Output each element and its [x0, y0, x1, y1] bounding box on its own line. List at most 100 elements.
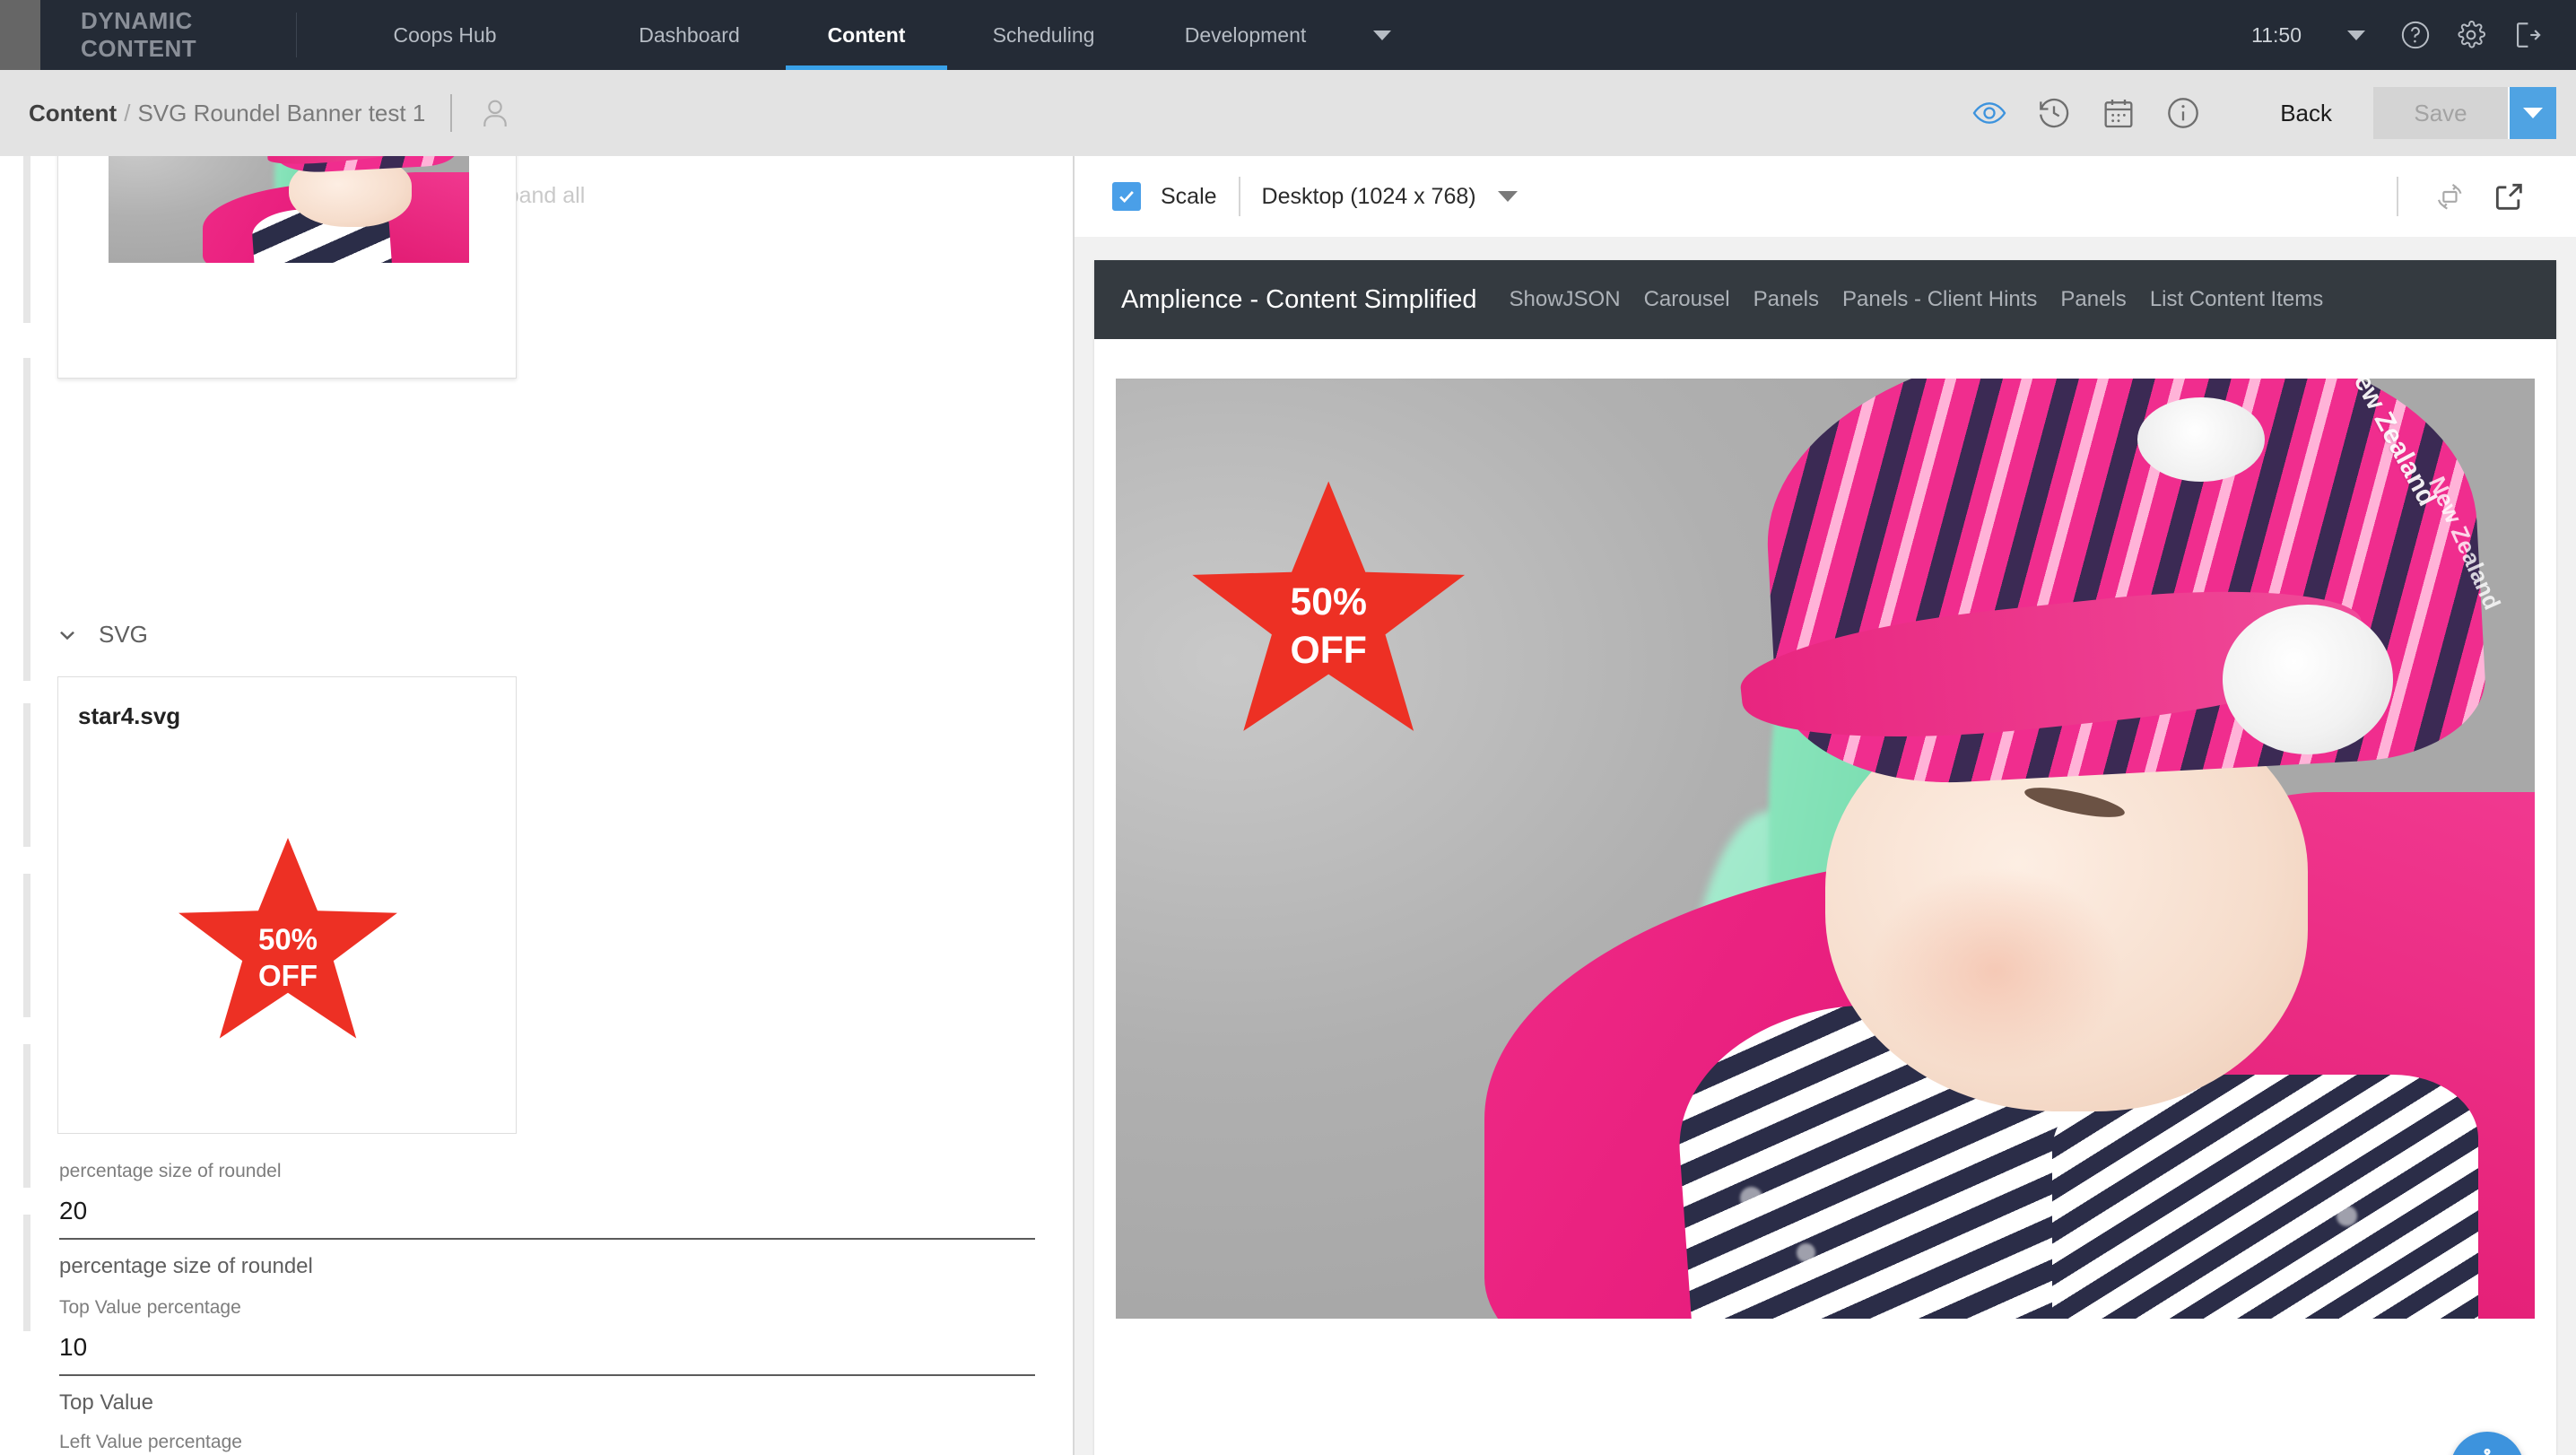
photo-detail-dot	[1797, 1243, 1815, 1263]
field-rail-indicator	[23, 1044, 30, 1188]
back-button[interactable]: Back	[2280, 100, 2332, 127]
photo-pompom	[2222, 604, 2393, 755]
toolbar-divider	[2397, 177, 2398, 216]
gear-icon	[2458, 21, 2485, 48]
preview-toolbar: Scale Desktop (1024 x 768)	[1075, 156, 2576, 237]
toolbar-divider	[1238, 177, 1240, 216]
nav-item-scheduling[interactable]: Scheduling	[947, 0, 1140, 70]
preview-button[interactable]	[1957, 81, 2022, 145]
rotate-device-button[interactable]	[2420, 167, 2479, 226]
help-circle-icon	[2401, 21, 2430, 49]
svg-asset-card[interactable]: star4.svg 50% OFF	[57, 676, 517, 1134]
device-select[interactable]: Desktop (1024 x 768)	[1262, 184, 1476, 210]
user-avatar-icon	[483, 100, 508, 126]
external-link-icon	[2495, 183, 2522, 210]
chevron-down-icon	[1373, 30, 1391, 40]
chatbot-button[interactable]	[2450, 1432, 2524, 1455]
nav-item-content[interactable]: Content	[786, 0, 947, 70]
preview-nav-list-content-items[interactable]: List Content Items	[2150, 287, 2323, 312]
roundel-line-2: OFF	[1291, 629, 1367, 672]
preview-nav-panels[interactable]: Panels	[1754, 287, 1819, 312]
preview-nav-panels-client-hints[interactable]: Panels - Client Hints	[1842, 287, 2037, 312]
preview-toolbar-actions	[2375, 167, 2576, 226]
logout-icon	[2517, 22, 2541, 48]
preview-nav-carousel[interactable]: Carousel	[1644, 287, 1730, 312]
assignee-avatar-button[interactable]	[477, 95, 513, 131]
toolbar-divider	[450, 94, 453, 132]
save-options-button[interactable]	[2508, 87, 2556, 139]
chevron-down-icon	[56, 623, 79, 647]
settings-button[interactable]	[2443, 0, 2499, 70]
scale-label: Scale	[1161, 183, 1217, 209]
history-clock-icon	[2040, 98, 2069, 128]
roundel-line-2: OFF	[258, 959, 318, 992]
star-roundel-icon: 50% OFF	[1192, 481, 1466, 731]
preview-site-navbar: Amplience - Content Simplified ShowJSON …	[1094, 260, 2556, 339]
photo-artwork	[109, 156, 469, 263]
toolbar-actions: Back Save	[1957, 81, 2576, 145]
version-history-button[interactable]	[2022, 81, 2086, 145]
caret-down-icon	[2523, 108, 2543, 118]
nav-item-dashboard[interactable]: Dashboard	[593, 0, 786, 70]
nav-more-button[interactable]	[1351, 0, 1414, 70]
secondary-toolbar: Content / SVG Roundel Banner test 1 Back…	[0, 70, 2576, 156]
field-label: percentage size of roundel	[59, 1161, 282, 1181]
roundel-line-1: 50%	[258, 922, 318, 955]
logout-button[interactable]	[2499, 0, 2554, 70]
roundel-line-1: 50%	[1291, 580, 1367, 623]
user-menu-button[interactable]	[2325, 30, 2388, 40]
rotate-device-icon	[2437, 183, 2462, 210]
nav-item-development[interactable]: Development	[1140, 0, 1351, 70]
field-input[interactable]: 20	[59, 1197, 1035, 1240]
field-rail-indicator	[23, 874, 30, 1017]
top-navigation-bar: DYNAMIC CONTENT Coops Hub Dashboard Cont…	[0, 0, 2576, 70]
preview-nav-showjson[interactable]: ShowJSON	[1510, 287, 1621, 312]
field-top-value-percentage: Top Value percentage 10 Top Value	[59, 1297, 1035, 1416]
caret-down-icon[interactable]	[1497, 191, 1518, 202]
check-icon	[1119, 191, 1134, 204]
star-roundel-icon: 50% OFF	[178, 837, 397, 1039]
photo-striped-shirt-right	[2052, 1074, 2478, 1319]
breadcrumb-current: SVG Roundel Banner test 1	[137, 99, 426, 126]
preview-stage: Amplience - Content Simplified ShowJSON …	[1075, 237, 2576, 1455]
field-help-text: percentage size of roundel	[59, 1254, 313, 1278]
chevron-down-icon	[2347, 30, 2365, 40]
preview-roundel-overlay: 50% OFF	[1187, 473, 1470, 743]
svg-section-title: SVG	[99, 621, 148, 648]
image-thumbnail	[109, 156, 469, 263]
preview-banner: New Zealand New Zealand 50% OFF	[1116, 379, 2535, 1319]
scale-checkbox[interactable]	[1112, 182, 1141, 211]
info-button[interactable]	[2151, 81, 2215, 145]
breadcrumb: Content / SVG Roundel Banner test 1	[0, 100, 425, 127]
field-rail-indicator	[23, 358, 30, 681]
help-button[interactable]	[2388, 0, 2443, 70]
preview-site-brand[interactable]: Amplience - Content Simplified	[1121, 285, 1477, 315]
nav-items: Coops Hub Dashboard Content Scheduling D…	[297, 0, 1414, 70]
calendar-icon	[2104, 100, 2133, 128]
editor-form-pane: Collapse all | Expand all	[0, 156, 1073, 1455]
nav-item-coops-hub[interactable]: Coops Hub	[297, 0, 593, 70]
nav-right-group: 11:50	[2251, 0, 2576, 70]
field-percentage-size-of-roundel: percentage size of roundel 20 percentage…	[59, 1161, 1035, 1279]
eye-icon	[1972, 102, 2006, 124]
open-in-new-window-button[interactable]	[2479, 167, 2538, 226]
nav-left-block	[0, 0, 40, 70]
schedule-button[interactable]	[2086, 81, 2151, 145]
field-rail-indicator	[23, 1215, 30, 1331]
svg-filename: star4.svg	[78, 702, 181, 729]
svg-asset-preview: 50% OFF	[58, 760, 518, 1119]
image-field-card[interactable]	[57, 156, 517, 379]
svg-section-header[interactable]: SVG	[56, 621, 148, 649]
info-circle-icon	[2168, 98, 2199, 128]
photo-sheep-motif	[2137, 396, 2266, 483]
preview-pane: Scale Desktop (1024 x 768) Amplience - C…	[1075, 156, 2576, 1455]
save-button[interactable]: Save	[2373, 87, 2508, 139]
preview-nav-panels-2[interactable]: Panels	[2060, 287, 2126, 312]
app-logo[interactable]: DYNAMIC CONTENT	[40, 0, 296, 70]
breadcrumb-root[interactable]: Content	[29, 100, 117, 127]
chatbot-icon	[2484, 1448, 2491, 1455]
field-input[interactable]: 10	[59, 1333, 1035, 1376]
field-left-value-percentage: Left Value percentage 5 Left Value	[59, 1432, 1035, 1455]
breadcrumb-separator: /	[124, 99, 131, 126]
